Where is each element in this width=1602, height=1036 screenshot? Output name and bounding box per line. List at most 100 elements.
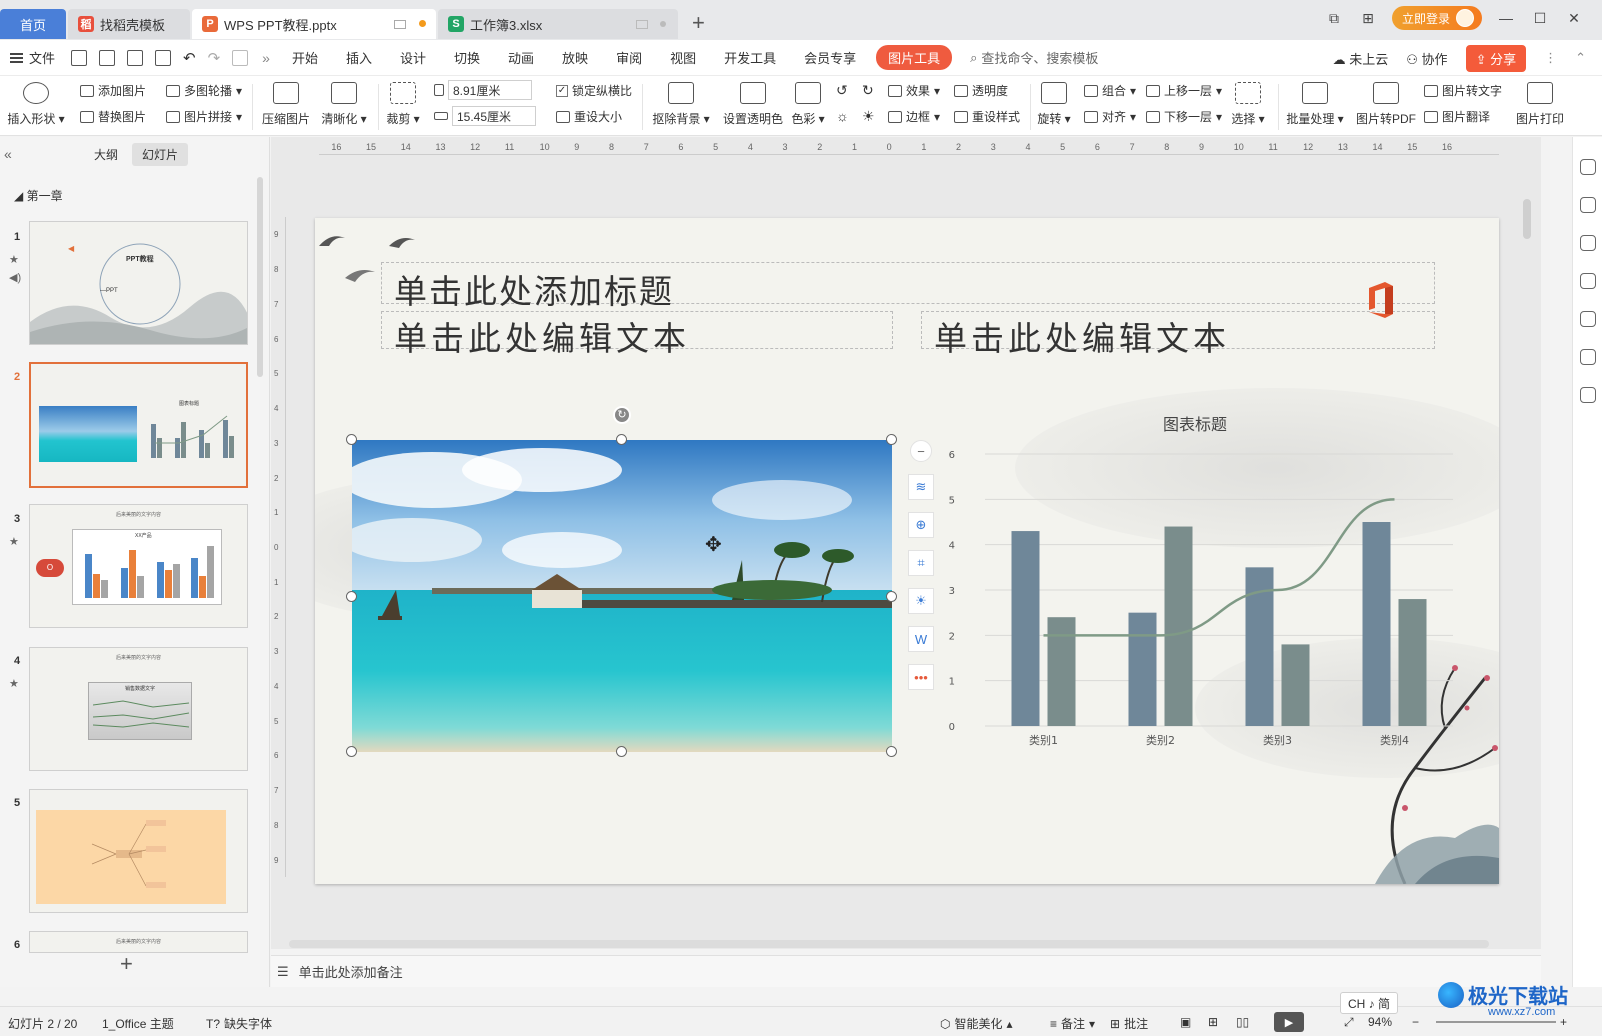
missing-font-button[interactable]: T? 缺失字体: [206, 1015, 272, 1032]
comment-toggle-button[interactable]: ⊞ 批注: [1110, 1015, 1148, 1032]
print-icon[interactable]: [127, 49, 144, 66]
smart-beautify-button[interactable]: ⬡ 智能美化 ▴: [940, 1015, 1013, 1032]
resize-handle-sw[interactable]: [346, 746, 357, 757]
collapse-ribbon-icon[interactable]: ⌃: [1575, 50, 1586, 66]
share-button[interactable]: ⇪ 分享: [1465, 44, 1527, 72]
effect-button[interactable]: 效果 ▾: [888, 82, 940, 99]
normal-view-icon[interactable]: ▣: [1180, 1015, 1191, 1029]
tab-template[interactable]: 稻 找稻壳模板: [68, 9, 190, 39]
menu-home[interactable]: 开始: [278, 48, 332, 67]
bring-forward-button[interactable]: 上移一层 ▾: [1146, 82, 1222, 99]
cloud-status[interactable]: ☁ 未上云: [1333, 49, 1389, 68]
menu-picture-tools[interactable]: 图片工具: [876, 45, 953, 70]
crop-button[interactable]: 裁剪 ▾: [380, 78, 426, 127]
monitor-icon[interactable]: [636, 20, 648, 29]
title-placeholder[interactable]: 单击此处添加标题: [381, 262, 1435, 311]
combo-chart[interactable]: 图表标题0123456类别1类别2类别3类别4系列 1系列 2系列 3: [925, 408, 1475, 758]
minimize-icon[interactable]: —: [1496, 10, 1516, 26]
monitor-icon[interactable]: [394, 20, 406, 29]
brightness-down-icon[interactable]: ☀: [862, 108, 875, 125]
command-search[interactable]: ⌕ 查找命令、搜索模板: [970, 48, 1098, 67]
resize-handle-ne[interactable]: [886, 434, 897, 445]
lock-ratio-checkbox[interactable]: ✓ 锁定纵横比: [556, 82, 632, 99]
zoom-slider[interactable]: [1436, 1021, 1556, 1023]
picture-stitch-button[interactable]: 图片拼接 ▾: [166, 108, 242, 125]
notes-toggle-button[interactable]: ≡ 备注 ▾: [1050, 1015, 1095, 1032]
apps-grid-icon[interactable]: ⊞: [1358, 10, 1378, 27]
menu-view[interactable]: 视图: [656, 48, 710, 67]
compass-icon[interactable]: [1579, 349, 1596, 365]
menu-animation[interactable]: 动画: [494, 48, 548, 67]
play-slideshow-button[interactable]: ▶: [1274, 1012, 1304, 1032]
insert-shape-button[interactable]: 插入形状 ▾: [6, 78, 66, 127]
picture-to-pdf-button[interactable]: 图片转PDF: [1354, 78, 1418, 127]
resize-handle-s[interactable]: [616, 746, 627, 757]
zoom-in-icon[interactable]: +: [1560, 1015, 1567, 1029]
menu-slideshow[interactable]: 放映: [548, 48, 602, 67]
tab-slides[interactable]: 幻灯片: [132, 142, 189, 166]
color-button[interactable]: 色彩 ▾: [788, 78, 828, 127]
menu-transition[interactable]: 切换: [440, 48, 494, 67]
collapse-panel-icon[interactable]: «: [4, 146, 12, 162]
resize-handle-w[interactable]: [346, 591, 357, 602]
replace-picture-button[interactable]: 替换图片: [80, 108, 146, 125]
brightness-up-icon[interactable]: ☼: [836, 108, 849, 124]
notes-bar[interactable]: ☰ 单击此处添加备注: [271, 955, 1541, 987]
tab-outline[interactable]: 大纲: [84, 143, 128, 166]
menu-member[interactable]: 会员专享: [790, 48, 870, 67]
picture-print-button[interactable]: 图片打印: [1510, 78, 1570, 127]
preview-icon[interactable]: [155, 49, 172, 66]
more-options-icon[interactable]: ⋮: [1544, 50, 1557, 66]
tab-ppt-document[interactable]: P WPS PPT教程.pptx: [192, 9, 436, 39]
reset-style-button[interactable]: 重设样式: [954, 108, 1020, 125]
group-button[interactable]: 组合 ▾: [1084, 82, 1136, 99]
multi-outline-button[interactable]: 多图轮播 ▾: [166, 82, 242, 99]
section-chapter-one[interactable]: ◢ 第一章: [14, 187, 63, 204]
set-transparent-button[interactable]: 设置透明色: [720, 78, 786, 127]
rotate-handle-icon[interactable]: ↻: [613, 406, 631, 424]
align-button[interactable]: 对齐 ▾: [1084, 108, 1136, 125]
horizontal-scrollbar[interactable]: [289, 940, 1489, 948]
menu-insert[interactable]: 插入: [332, 48, 386, 67]
file-menu[interactable]: 文件: [0, 48, 65, 67]
reset-size-button[interactable]: 重设大小: [556, 108, 622, 125]
tab-home[interactable]: 首页: [0, 9, 66, 39]
undo-icon[interactable]: ↶: [183, 49, 196, 67]
vertical-scrollbar[interactable]: [1523, 199, 1531, 239]
height-input[interactable]: 8.91厘米: [448, 80, 532, 100]
border-button[interactable]: 边框 ▾: [888, 108, 940, 125]
resize-handle-nw[interactable]: [346, 434, 357, 445]
rotate-button[interactable]: 旋转 ▾: [1034, 78, 1074, 127]
close-icon[interactable]: ✕: [1564, 10, 1584, 27]
resize-handle-e[interactable]: [886, 591, 897, 602]
remove-background-button[interactable]: 抠除背景 ▾: [650, 78, 712, 127]
book-icon[interactable]: [1579, 387, 1596, 403]
image-edit-icon[interactable]: [1579, 311, 1596, 327]
collab-button[interactable]: ⚇ 协作: [1406, 49, 1447, 68]
slide-thumbnail-2[interactable]: 图表标题: [29, 362, 248, 488]
comment-icon[interactable]: [1579, 273, 1596, 289]
width-input[interactable]: 15.45厘米: [452, 106, 536, 126]
zoom-level[interactable]: 94%: [1368, 1015, 1392, 1029]
adjust-sliders-icon[interactable]: [1579, 197, 1596, 213]
new-tab-plus-icon[interactable]: +: [692, 10, 705, 36]
selected-beach-picture[interactable]: [352, 440, 892, 752]
redo-icon[interactable]: ↷: [208, 49, 221, 67]
send-backward-button[interactable]: 下移一层 ▾: [1146, 108, 1222, 125]
slide-thumbnail-1[interactable]: PPT教程 —PPT ◀: [29, 221, 248, 345]
text-placeholder-left[interactable]: 单击此处编辑文本: [381, 311, 893, 358]
select-button[interactable]: 选择 ▾: [1226, 78, 1270, 127]
sorter-view-icon[interactable]: ⊞: [1208, 1015, 1218, 1029]
resize-handle-se[interactable]: [886, 746, 897, 757]
add-picture-button[interactable]: 添加图片: [80, 82, 146, 99]
rotate-right-icon[interactable]: ↻: [862, 82, 874, 99]
menu-design[interactable]: 设计: [386, 48, 440, 67]
add-slide-plus-icon[interactable]: +: [120, 951, 133, 977]
close-dot-icon[interactable]: [660, 21, 666, 27]
reading-view-icon[interactable]: ▯▯: [1236, 1015, 1249, 1029]
theme-name[interactable]: 1_Office 主题: [102, 1015, 174, 1032]
picture-to-text-button[interactable]: 图片转文字: [1424, 82, 1502, 99]
tab-xlsx-document[interactable]: S 工作簿3.xlsx: [438, 9, 678, 39]
pin-icon[interactable]: [1579, 235, 1596, 251]
export-icon[interactable]: [99, 49, 116, 66]
